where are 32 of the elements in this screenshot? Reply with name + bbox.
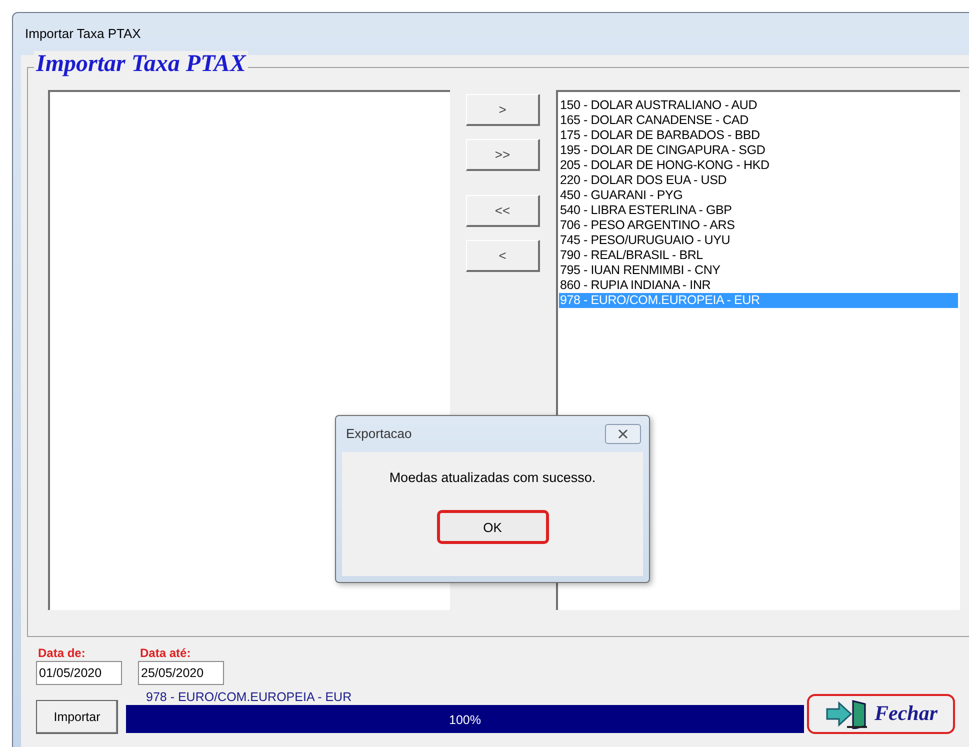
- exit-door-icon: [824, 699, 868, 729]
- list-item[interactable]: 220 - DOLAR DOS EUA - USD: [559, 173, 958, 188]
- import-button[interactable]: Importar: [36, 700, 118, 734]
- dialog-message: Moedas atualizadas com sucesso.: [389, 469, 596, 487]
- list-item[interactable]: 795 - IUAN RENMIMBI - CNY: [559, 263, 958, 278]
- group-title: Importar Taxa PTAX: [34, 51, 248, 77]
- list-item[interactable]: 706 - PESO ARGENTINO - ARS: [559, 218, 958, 233]
- transfer-button[interactable]: <: [466, 240, 540, 272]
- close-button[interactable]: Fechar: [807, 694, 955, 734]
- list-item[interactable]: 150 - DOLAR AUSTRALIANO - AUD: [559, 98, 958, 113]
- transfer-button[interactable]: >: [466, 94, 540, 126]
- date-label: Data de:: [38, 645, 86, 661]
- date-label: Data até:: [140, 645, 192, 661]
- dialog-title: Exportacao: [346, 425, 412, 444]
- list-item[interactable]: 790 - REAL/BRASIL - BRL: [559, 248, 958, 263]
- list-item[interactable]: 205 - DOLAR DE HONG-KONG - HKD: [559, 158, 958, 173]
- date-field[interactable]: 01/05/2020: [36, 661, 122, 685]
- list-item[interactable]: 450 - GUARANI - PYG: [559, 188, 958, 203]
- progress-caption: 978 - EURO/COM.EUROPEIA - EUR: [146, 689, 353, 705]
- list-item[interactable]: 165 - DOLAR CANADENSE - CAD: [559, 113, 958, 128]
- list-item[interactable]: 745 - PESO/URUGUAIO - UYU: [559, 233, 958, 248]
- list-item[interactable]: 860 - RUPIA INDIANA - INR: [559, 278, 958, 293]
- list-item[interactable]: 540 - LIBRA ESTERLINA - GBP: [559, 203, 958, 218]
- window-title: Importar Taxa PTAX: [25, 25, 141, 44]
- ok-button[interactable]: OK: [436, 510, 548, 544]
- close-icon[interactable]: [605, 424, 641, 444]
- progress-reading: 100%: [449, 712, 481, 729]
- date-field[interactable]: 25/05/2020: [138, 661, 224, 685]
- transfer-button[interactable]: <<: [466, 195, 540, 227]
- list-item[interactable]: 175 - DOLAR DE BARBADOS - BBD: [559, 128, 958, 143]
- list-item[interactable]: 195 - DOLAR DE CINGAPURA - SGD: [559, 143, 958, 158]
- transfer-button[interactable]: >>: [466, 139, 540, 171]
